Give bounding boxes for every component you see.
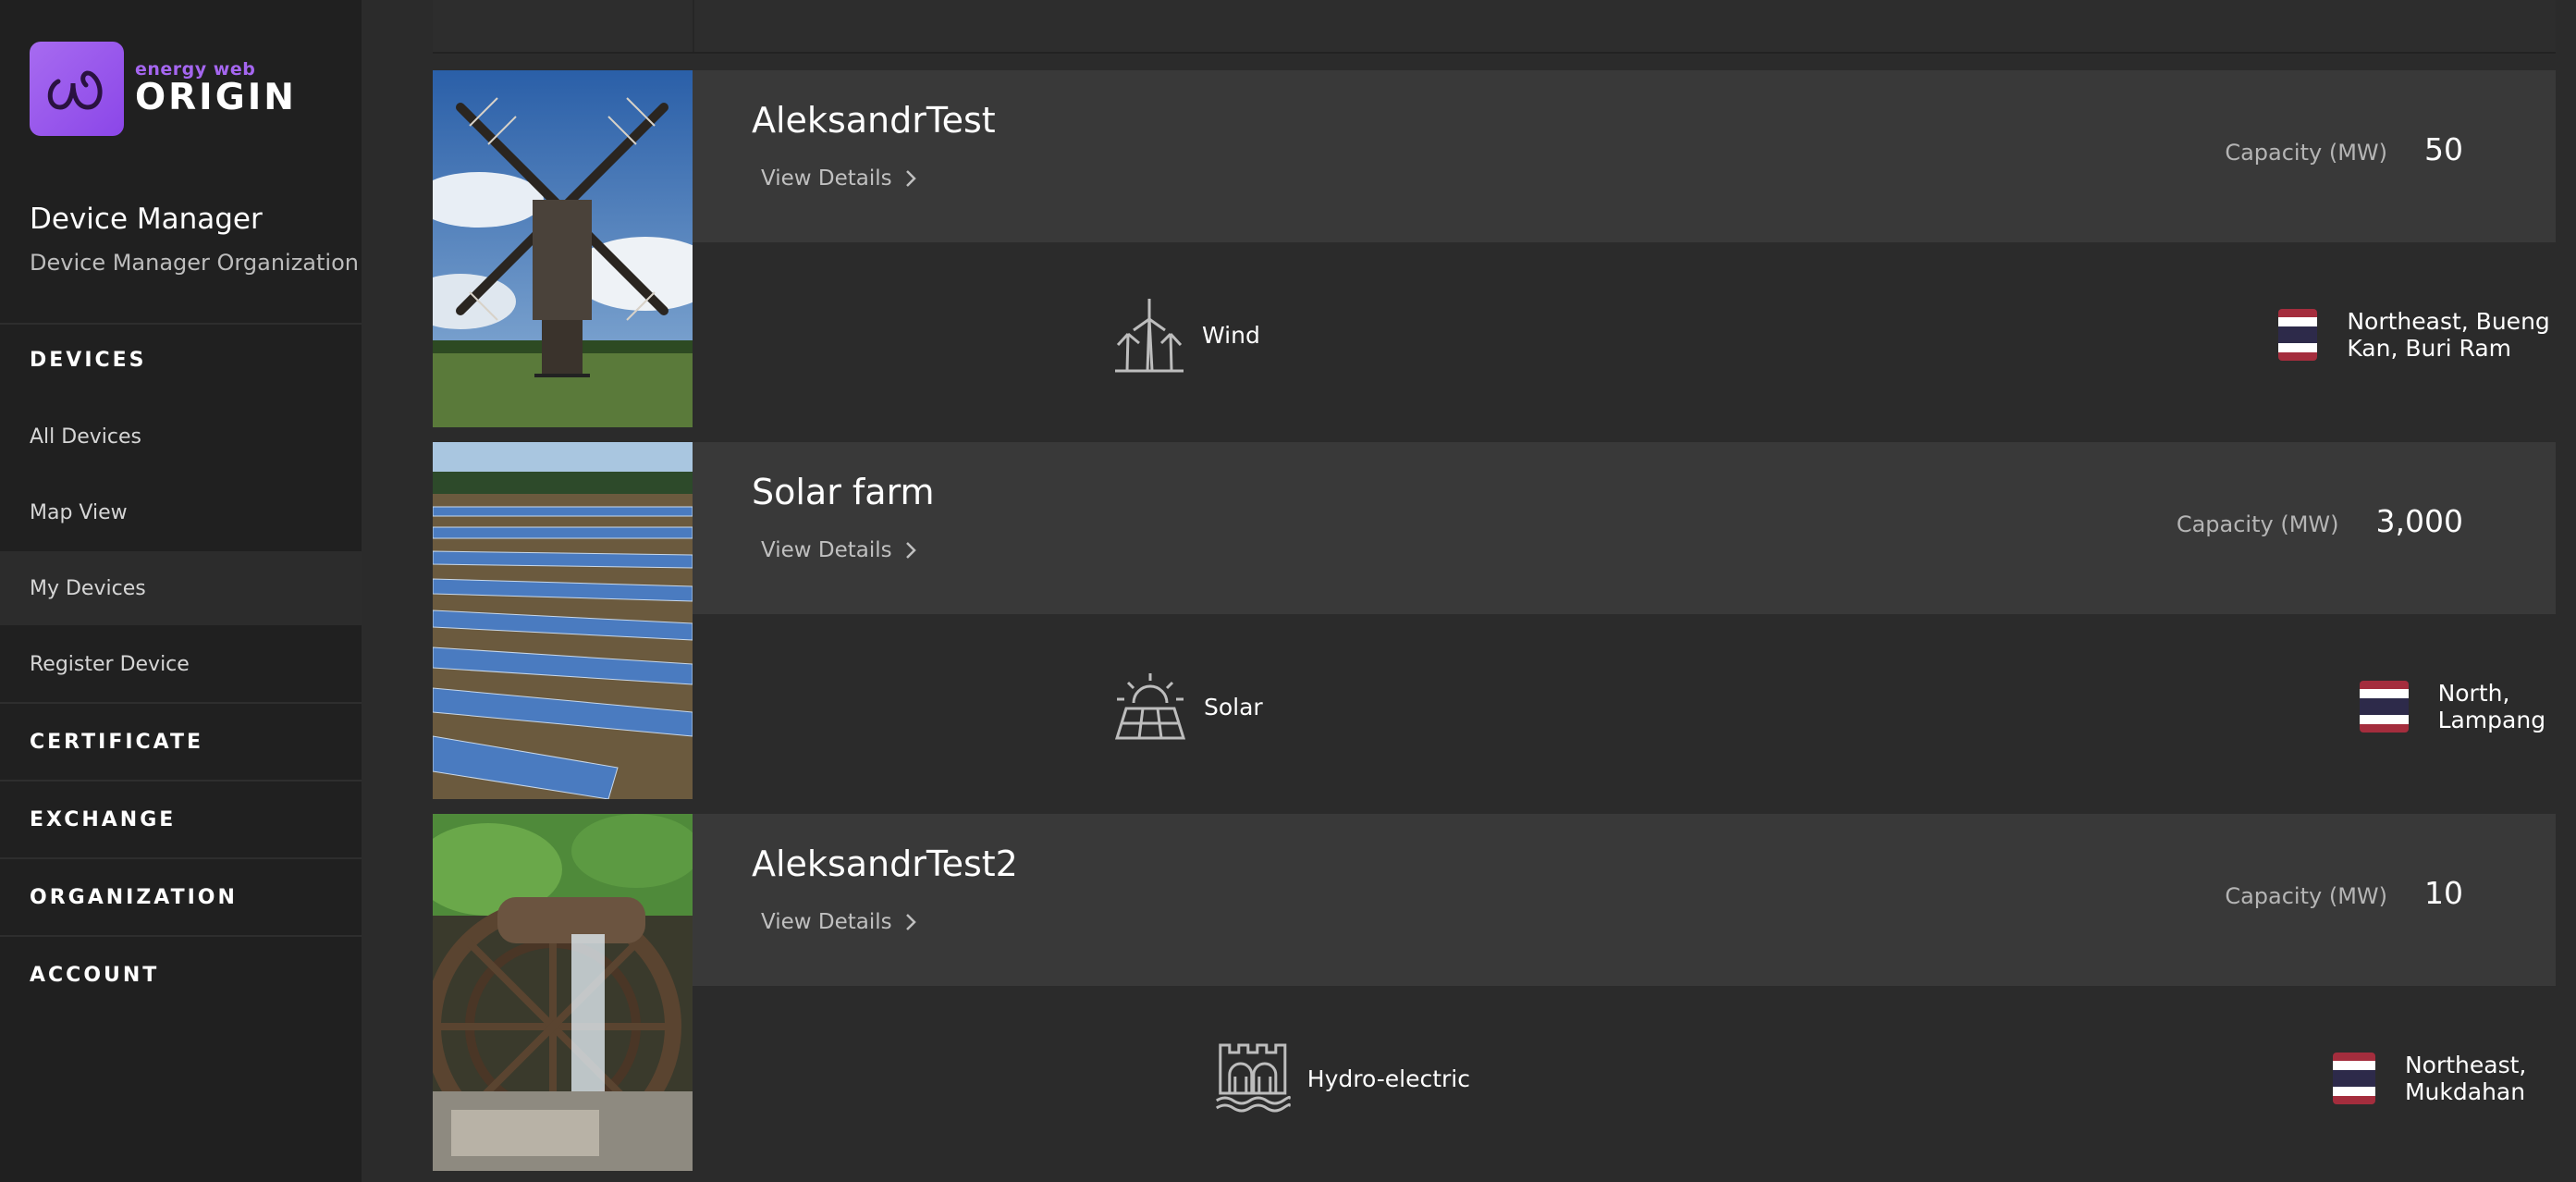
nav-item-register-device[interactable]: Register Device [0,627,362,701]
nav-item-all-devices[interactable]: All Devices [0,400,362,474]
capacity-label: Capacity (MW) [2176,511,2339,537]
nav-section-organization[interactable]: ORGANIZATION [30,886,238,909]
divider [0,857,362,859]
device-card-header: AleksandrTest View Details Capacity (MW)… [693,70,2556,242]
thailand-flag-icon [2333,1053,2375,1104]
device-name: Solar farm [752,472,935,512]
device-type: Wind [1202,321,1260,349]
capacity-label: Capacity (MW) [2225,140,2387,166]
device-card-header: AleksandrTest2 View Details Capacity (MW… [693,814,2556,986]
device-name: AleksandrTest2 [752,843,1018,884]
thailand-flag-icon [2360,681,2409,733]
capacity-value: 10 [2424,875,2463,911]
device-image-water-wheel [433,814,701,1171]
view-details-link[interactable]: View Details [761,166,916,191]
nav-section-account[interactable]: ACCOUNT [30,964,159,987]
device-name: AleksandrTest [752,100,996,141]
nav-item-map-view[interactable]: Map View [0,475,362,549]
solar-panel-icon [1114,673,1186,740]
brand-small-text: energy web [135,59,256,80]
device-image-windmill [433,70,719,427]
nav-item-my-devices[interactable]: My Devices [0,551,362,625]
device-location: Northeast, Bueng Kan, Buri Ram [2347,308,2550,362]
device-card: Solar farm View Details Capacity (MW) 3,… [433,442,2556,799]
view-details-label: View Details [761,166,892,191]
device-card-partial [433,0,2556,54]
user-organization: Device Manager Organization [30,250,359,276]
capacity-label: Capacity (MW) [2225,883,2387,909]
capacity-value: 3,000 [2375,503,2463,539]
chevron-right-icon [905,170,916,187]
energy-web-logo-icon [30,42,124,136]
divider [0,702,362,704]
device-card-details: Wind Northeast, Bueng Kan, Buri Ram [693,242,2556,427]
divider [0,780,362,782]
device-type: Solar [1204,693,1263,720]
nav-section-devices[interactable]: DEVICES [30,349,147,372]
device-location: Northeast, Mukdahan [2404,1052,2527,1105]
nav-section-exchange[interactable]: EXCHANGE [30,808,176,831]
device-card-header: Solar farm View Details Capacity (MW) 3,… [693,442,2556,614]
view-details-link[interactable]: View Details [761,910,916,934]
device-card-details: Solar North, Lampang [693,614,2556,799]
device-card: AleksandrTest View Details Capacity (MW)… [433,70,2556,427]
hydro-dam-icon [1215,1043,1291,1113]
user-name: Device Manager [30,203,263,236]
chevron-right-icon [905,542,916,559]
device-card-details: Hydro-electric Northeast, Mukdahan [693,986,2556,1171]
sidebar: energy web ORIGIN Device Manager Device … [0,0,362,1182]
nav-section-certificate[interactable]: CERTIFICATE [30,731,203,754]
divider [0,323,362,325]
capacity-value: 50 [2424,131,2463,167]
view-details-link[interactable]: View Details [761,538,916,562]
device-type: Hydro-electric [1306,1065,1470,1092]
divider [0,935,362,937]
view-details-label: View Details [761,910,892,934]
brand-name: ORIGIN [135,77,297,118]
chevron-right-icon [905,914,916,930]
device-card: AleksandrTest2 View Details Capacity (MW… [433,814,2556,1171]
origin-logo[interactable]: energy web ORIGIN [30,42,297,136]
thailand-flag-icon [2278,309,2318,361]
wind-turbine-icon [1115,299,1184,373]
device-image-solar-farm [433,442,693,799]
device-location: North, Lampang [2437,680,2546,733]
view-details-label: View Details [761,538,892,562]
